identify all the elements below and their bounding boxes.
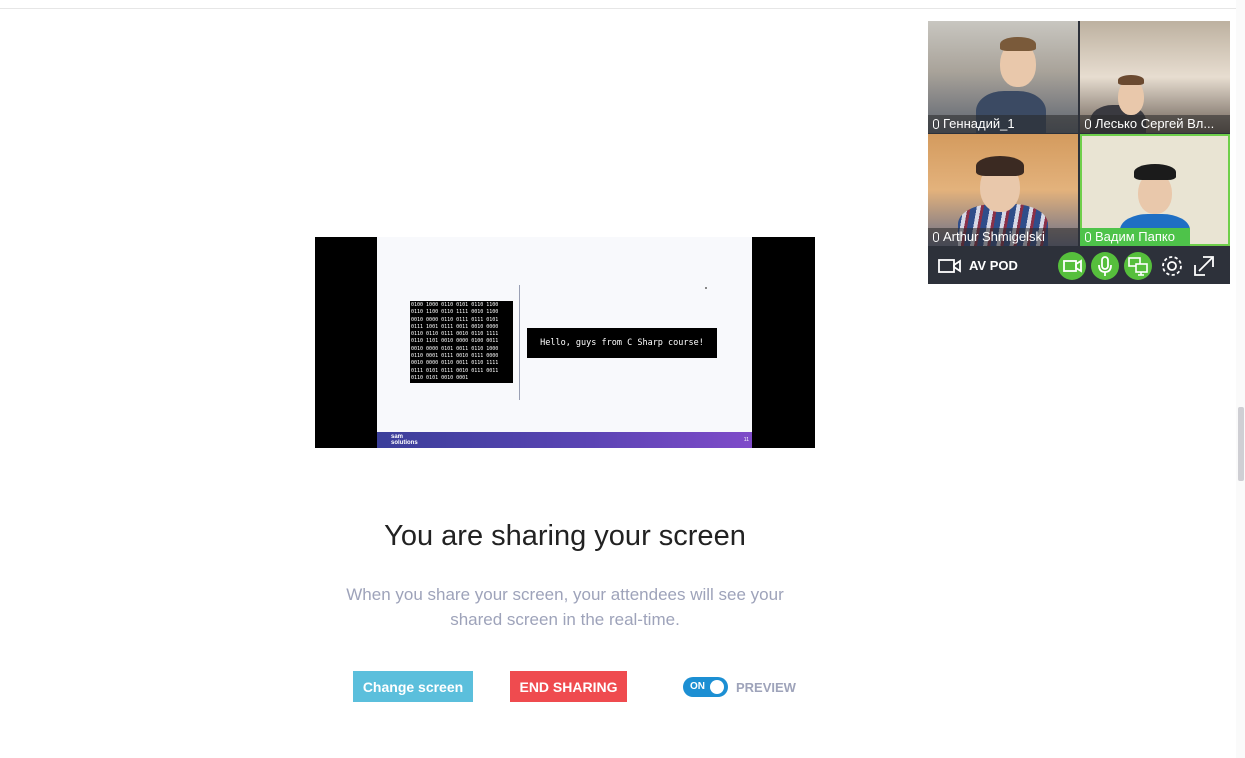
scrollbar-track[interactable] — [1236, 0, 1245, 758]
slide-footer: sam solutions 11 — [377, 432, 752, 448]
participant-tile[interactable]: Лесько Сергей Вл... — [1080, 21, 1230, 133]
participant-name: Вадим Папко — [1080, 228, 1190, 246]
preview-label: PREVIEW — [736, 680, 796, 695]
code-line: 0100 1000 0110 0101 0110 1100 — [411, 302, 499, 308]
microphone-icon — [933, 232, 939, 242]
preview-toggle[interactable]: ON — [683, 677, 728, 697]
slide-page-number: 11 — [743, 437, 749, 443]
participant-tile[interactable]: Геннадий_1 — [928, 21, 1078, 133]
scrollbar-thumb[interactable] — [1238, 407, 1244, 481]
microphone-icon — [1085, 119, 1091, 129]
gear-icon — [1162, 256, 1182, 276]
microphone-icon — [933, 119, 939, 129]
camera-outline-icon[interactable] — [938, 256, 962, 276]
slide-dot — [705, 287, 707, 289]
participant-tile[interactable]: Arthur Shmigelski — [928, 134, 1078, 246]
top-bar — [0, 0, 1245, 9]
code-line: 0110 0110 0111 0010 0110 1111 — [411, 331, 499, 338]
participant-tile-speaking[interactable]: Вадим Папко — [1080, 134, 1230, 246]
code-line: 0110 0001 0111 0010 0111 0000 — [411, 353, 499, 360]
slide-logo: sam solutions — [391, 434, 418, 446]
room-name: AV POD — [969, 258, 1018, 273]
settings-button[interactable] — [1158, 252, 1186, 280]
end-sharing-button[interactable]: END SHARING — [510, 671, 627, 702]
camera-icon — [1063, 259, 1082, 273]
screen-share-icon — [1128, 257, 1148, 276]
code-line: 0010 0000 0101 0011 0110 1000 — [411, 345, 499, 352]
shared-slide: 0100 1000 0110 0101 0110 1100 0110 1100 0… — [377, 237, 752, 448]
code-line: 0111 0101 0111 0010 0111 0011 — [411, 367, 499, 374]
headphones — [1134, 164, 1176, 180]
change-screen-button[interactable]: Change screen — [353, 671, 473, 702]
expand-icon — [1194, 256, 1214, 276]
code-line: 0010 0000 0110 0011 0110 1111 — [411, 360, 499, 367]
microphone-toggle-button[interactable] — [1091, 252, 1119, 280]
code-line: 0110 1101 0010 0000 0100 0011 — [411, 338, 499, 345]
screen-share-button[interactable] — [1124, 252, 1152, 280]
slide-divider — [519, 285, 520, 400]
sharing-description: When you share your screen, your attende… — [346, 585, 784, 629]
participant-hair — [1000, 37, 1036, 51]
binary-code-block: 0100 1000 0110 0101 0110 1100 0110 1100 0… — [410, 301, 513, 383]
code-line: 0110 1100 0110 1111 0010 1100 — [411, 309, 499, 316]
participant-name: Геннадий_1 — [928, 115, 1078, 133]
sharing-title: You are sharing your screen — [384, 520, 746, 552]
camera-toggle-button[interactable] — [1058, 252, 1086, 280]
code-line: 0010 0000 0110 0111 0111 0101 — [411, 316, 499, 323]
video-panel: Геннадий_1 Лесько Сергей Вл... Arthur Sh… — [928, 21, 1230, 284]
participant-hair — [976, 156, 1024, 176]
code-line: 0111 1001 0111 0011 0010 0000 — [411, 323, 499, 330]
toggle-knob — [710, 680, 724, 694]
participant-name: Arthur Shmigelski — [928, 228, 1078, 246]
participant-hair — [1118, 75, 1144, 85]
toggle-state-label: ON — [690, 681, 705, 692]
expand-button[interactable] — [1190, 252, 1218, 280]
microphone-icon — [1085, 232, 1091, 242]
code-line: 0110 0101 0010 0001 — [411, 374, 469, 381]
microphone-icon — [1098, 256, 1112, 276]
screen-preview: 0100 1000 0110 0101 0110 1100 0110 1100 0… — [315, 237, 815, 448]
hello-text-box: Hello, guys from C Sharp course! — [527, 328, 717, 358]
video-controls-bar: AV POD — [928, 247, 1230, 284]
participant-name: Лесько Сергей Вл... — [1080, 115, 1230, 133]
